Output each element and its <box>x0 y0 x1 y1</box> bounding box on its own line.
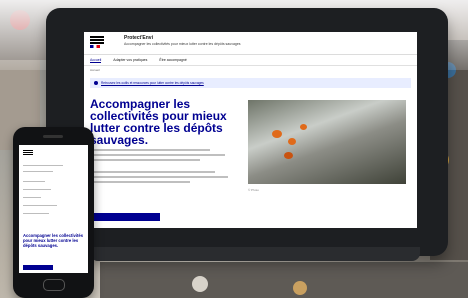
laptop-base <box>90 247 420 261</box>
phone-frame: Accompagner les collectivités pour mieux… <box>13 127 94 298</box>
info-notice: Retrouvez les outils et ressources pour … <box>90 78 411 88</box>
phone-screen: Accompagner les collectivités pour mieux… <box>19 145 88 273</box>
nav-item-adapter-pratiques[interactable]: Adapter vos pratiques <box>113 58 147 62</box>
info-icon <box>94 81 98 85</box>
site-header: Protect'Envi Accompagner les collectivit… <box>84 32 417 55</box>
phone-republique-logo[interactable] <box>23 149 33 157</box>
site-title[interactable]: Protect'Envi <box>124 35 153 41</box>
hero-title: Accompagner les collectivités pour mieux… <box>90 97 227 147</box>
laptop-screen: Protect'Envi Accompagner les collectivit… <box>84 32 417 228</box>
photo-caption: © Photo <box>248 188 259 192</box>
laptop-frame: Protect'Envi Accompagner les collectivit… <box>46 8 448 256</box>
nav-item-etre-accompagne[interactable]: Être accompagné <box>159 58 186 62</box>
nav-item-accueil[interactable]: Accueil <box>90 58 102 63</box>
republique-francaise-logo[interactable] <box>90 35 112 51</box>
phone-home-button[interactable] <box>43 279 65 291</box>
notice-link[interactable]: Retrouvez les outils et ressources pour … <box>101 81 204 85</box>
breadcrumb[interactable]: Accueil <box>84 66 417 74</box>
main-navigation: Accueil Adapter vos pratiques Être accom… <box>84 55 417 66</box>
hero-paragraph <box>90 146 230 186</box>
hero-photo-illegal-dumping <box>248 100 406 184</box>
primary-cta-button[interactable] <box>90 213 160 221</box>
site-tagline: Accompagner les collectivités pour mieux… <box>124 42 241 46</box>
phone-cta-button[interactable] <box>23 265 53 270</box>
phone-speaker <box>43 135 63 138</box>
phone-hero-title: Accompagner les collectivités pour mieux… <box>23 233 84 248</box>
